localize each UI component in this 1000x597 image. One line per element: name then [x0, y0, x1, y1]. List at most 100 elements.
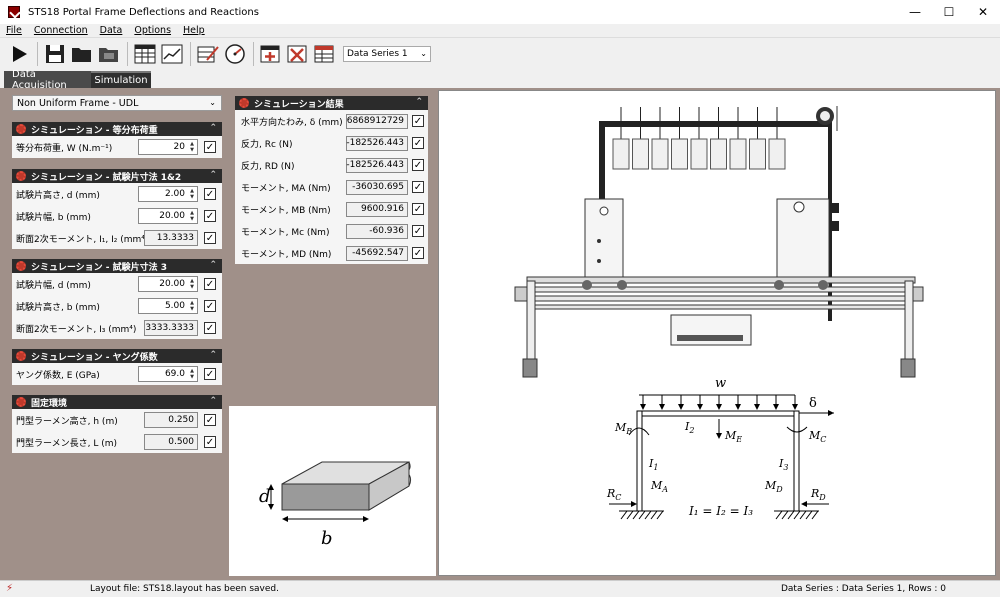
tab-data-acquisition[interactable]: Data Acquisition — [4, 69, 91, 91]
group-header[interactable]: シミュレーション - ヤング係数 ⌃ — [12, 349, 222, 363]
dim3-inertia-checkbox[interactable]: ✓ — [204, 322, 216, 334]
results-panel: シミュレーション結果 ⌃ 水平方向たわみ, δ (mm) 6868912729 ✓ … — [229, 90, 436, 576]
frame-height-checkbox[interactable]: ✓ — [204, 414, 216, 426]
menu-bar: File Connection Data Options Help — [0, 24, 1000, 38]
collapse-icon[interactable]: ⌃ — [209, 396, 217, 406]
edit-table-icon[interactable] — [195, 41, 221, 67]
svg-text:I3: I3 — [778, 457, 788, 472]
menu-help[interactable]: Help — [177, 25, 211, 36]
dim12-inertia-value: 13.3333 — [144, 230, 198, 246]
svg-text:RC: RC — [606, 487, 621, 502]
group-header[interactable]: シミュレーション - 試験片寸法 3 ⌃ — [12, 259, 222, 273]
cross-section-diagram: d b — [229, 406, 436, 576]
dim12-width-checkbox[interactable]: ✓ — [204, 210, 216, 222]
section-d-label: d — [259, 486, 271, 507]
save-folder-icon[interactable] — [96, 41, 122, 67]
dim12-height-checkbox[interactable]: ✓ — [204, 188, 216, 200]
result-value: -60.936 — [346, 223, 408, 239]
collapse-icon[interactable]: ⌃ — [209, 123, 217, 133]
clear-table-icon[interactable] — [312, 41, 338, 67]
dim3-height-row: 試験片高さ, b (mm) 5.00 ▲ ▼ ✓ — [16, 298, 216, 314]
result-checkbox[interactable]: ✓ — [412, 115, 424, 127]
result-checkbox[interactable]: ✓ — [412, 203, 424, 215]
gear-icon — [239, 98, 249, 108]
menu-options[interactable]: Options — [128, 25, 177, 36]
result-checkbox[interactable]: ✓ — [412, 137, 424, 149]
results-header[interactable]: シミュレーション結果 ⌃ — [235, 96, 428, 110]
diagram-panel: w δ MB MC I2 ME I1 I3 MA MD RC RD I₁ = I… — [438, 90, 996, 576]
result-row: モーメント, MA (Nm) -36030.695 ✓ — [241, 179, 424, 195]
udl-checkbox[interactable]: ✓ — [204, 141, 216, 153]
portal-frame-schematic: w δ MB MC I2 ME I1 I3 MA MD RC RD I₁ = I… — [606, 376, 834, 520]
dim3-width-input[interactable]: 20.00 ▲ ▼ — [138, 276, 198, 292]
group-dim3: シミュレーション - 試験片寸法 3 ⌃ 試験片幅, d (mm) 20.00 ▲… — [12, 259, 222, 339]
svg-text:MC: MC — [808, 429, 826, 444]
spinner-icon: ▲ ▼ — [190, 210, 194, 222]
mode-select[interactable]: Non Uniform Frame - UDL ⌄ — [12, 95, 222, 111]
result-checkbox[interactable]: ✓ — [412, 181, 424, 193]
close-button[interactable]: ✕ — [966, 0, 1000, 24]
play-icon[interactable] — [6, 41, 32, 67]
collapse-icon[interactable]: ⌃ — [415, 97, 423, 107]
table-icon[interactable] — [132, 41, 158, 67]
app-icon — [8, 6, 20, 18]
result-row: モーメント, MB (Nm) 9600.916 ✓ — [241, 201, 424, 217]
dim3-height-checkbox[interactable]: ✓ — [204, 300, 216, 312]
result-checkbox[interactable]: ✓ — [412, 159, 424, 171]
gear-icon — [16, 397, 26, 407]
dim3-height-input[interactable]: 5.00 ▲ ▼ — [138, 298, 198, 314]
delete-row-icon[interactable] — [285, 41, 311, 67]
left-panel: Non Uniform Frame - UDL ⌄ シミュレーション - 等分布… — [5, 90, 226, 576]
result-value: -182526.443 — [346, 135, 408, 151]
dim12-inertia-checkbox[interactable]: ✓ — [204, 232, 216, 244]
group-header[interactable]: シミュレーション - 試験片寸法 1&2 ⌃ — [12, 169, 222, 183]
result-checkbox[interactable]: ✓ — [412, 225, 424, 237]
frame-length-checkbox[interactable]: ✓ — [204, 436, 216, 448]
menu-file[interactable]: File — [0, 25, 28, 36]
dim12-width-row: 試験片幅, b (mm) 20.00 ▲ ▼ ✓ — [16, 208, 216, 224]
gear-icon — [16, 351, 26, 361]
group-header[interactable]: シミュレーション - 等分布荷重 ⌃ — [12, 122, 222, 136]
frame-length-value: 0.500 — [144, 434, 198, 450]
save-icon[interactable] — [42, 41, 68, 67]
young-checkbox[interactable]: ✓ — [204, 368, 216, 380]
chevron-down-icon: ⌄ — [209, 98, 216, 107]
menu-connection[interactable]: Connection — [28, 25, 94, 36]
group-header[interactable]: 固定環境 ⌃ — [12, 395, 222, 409]
apparatus-diagram: w δ MB MC I2 ME I1 I3 MA MD RC RD I₁ = I… — [514, 106, 924, 520]
status-series: Data Series : Data Series 1, Rows : 0 — [780, 584, 946, 594]
svg-text:MD: MD — [764, 479, 783, 494]
add-row-icon[interactable] — [258, 41, 284, 67]
data-series-select[interactable]: Data Series 1 ⌄ — [343, 46, 431, 62]
usb-icon: ⚡ — [6, 583, 14, 594]
collapse-icon[interactable]: ⌃ — [209, 350, 217, 360]
svg-text:RD: RD — [810, 487, 826, 502]
result-row: 反力, RD (N) -182526.443 ✓ — [241, 157, 424, 173]
result-value: -36030.695 — [346, 179, 408, 195]
gear-icon — [16, 124, 26, 134]
collapse-icon[interactable]: ⌃ — [209, 170, 217, 180]
dim3-inertia-row: 断面2次モーメント, I₃ (mm⁴) 3333.3333 ✓ — [12, 317, 222, 339]
spinner-icon: ▲ ▼ — [190, 300, 194, 312]
spinner-icon: ▲ ▼ — [190, 141, 194, 153]
graph-icon[interactable] — [159, 41, 185, 67]
frame-height-value: 0.250 — [144, 412, 198, 428]
result-checkbox[interactable]: ✓ — [412, 247, 424, 259]
spinner-icon: ▲ ▼ — [190, 188, 194, 200]
young-input[interactable]: 69.0 ▲ ▼ — [138, 366, 198, 382]
toolbar: Data Series 1 ⌄ — [0, 39, 1000, 69]
menu-data[interactable]: Data — [94, 25, 129, 36]
maximize-button[interactable]: ☐ — [932, 0, 966, 24]
dim12-width-input[interactable]: 20.00 ▲ ▼ — [138, 208, 198, 224]
dim3-width-checkbox[interactable]: ✓ — [204, 278, 216, 290]
dim12-height-input[interactable]: 2.00 ▲ ▼ — [138, 186, 198, 202]
tab-simulation[interactable]: Simulation — [91, 71, 151, 88]
result-value: -182526.443 — [346, 157, 408, 173]
udl-input[interactable]: 20 ▲ ▼ — [138, 139, 198, 155]
gauge-icon[interactable] — [222, 41, 248, 67]
young-row: ヤング係数, E (GPa) 69.0 ▲ ▼ ✓ — [16, 366, 216, 382]
open-folder-icon[interactable] — [69, 41, 95, 67]
minimize-button[interactable]: — — [898, 0, 932, 24]
svg-text:I1: I1 — [648, 457, 658, 472]
collapse-icon[interactable]: ⌃ — [209, 260, 217, 270]
